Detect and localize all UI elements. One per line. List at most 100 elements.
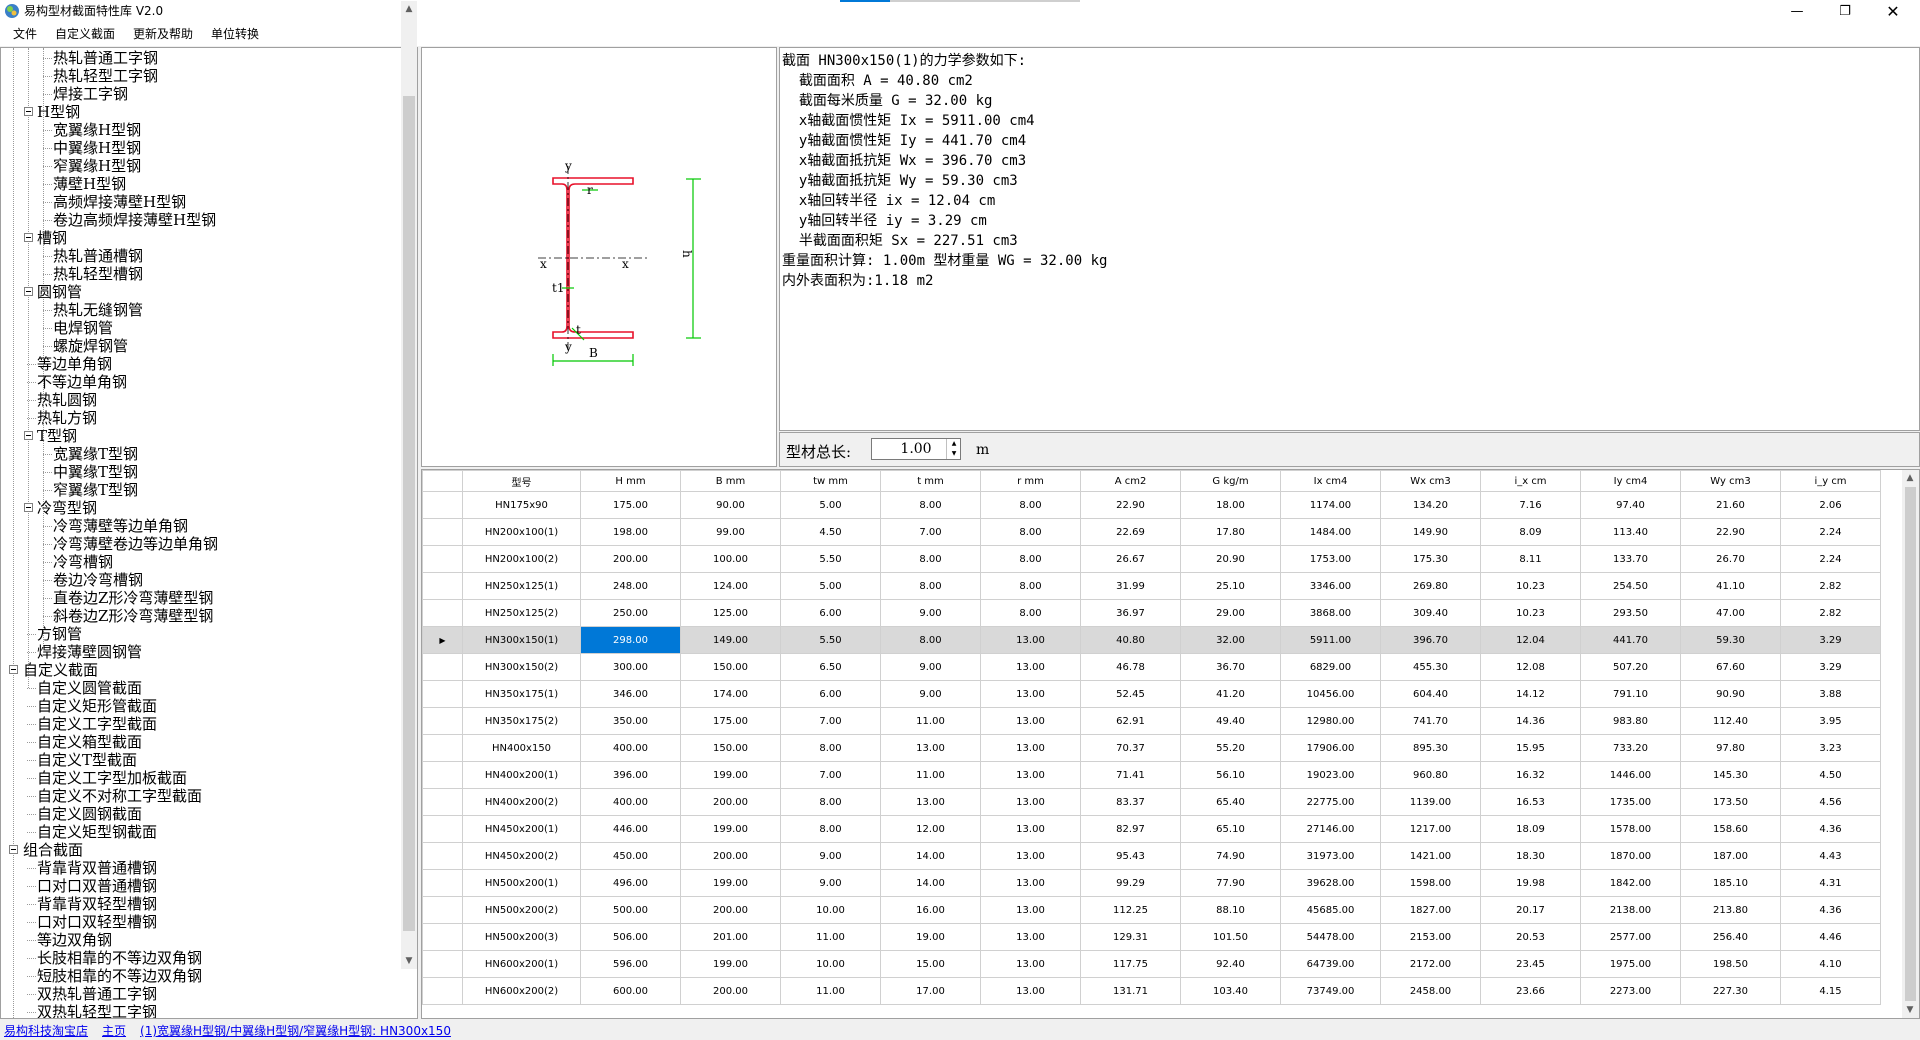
- table-cell[interactable]: 200.00: [680, 842, 781, 870]
- table-cell[interactable]: 31973.00: [1280, 842, 1381, 870]
- table-cell[interactable]: 54478.00: [1280, 923, 1381, 951]
- table-cell[interactable]: 187.00: [1680, 842, 1781, 870]
- table-cell[interactable]: HN450x200(1): [462, 815, 581, 843]
- table-row[interactable]: HN400x200(1) 396.00 199.00 7.00 11.00 13.00 71…: [422, 761, 1881, 789]
- table-cell[interactable]: 7.00: [880, 518, 981, 546]
- table-cell[interactable]: 199.00: [680, 950, 781, 978]
- tree-node[interactable]: 斜卷边Z形冷弯薄壁型钢: [1, 607, 401, 625]
- menu-file[interactable]: 文件: [4, 22, 46, 46]
- table-cell[interactable]: 895.30: [1380, 734, 1481, 762]
- table-cell[interactable]: 73749.00: [1280, 977, 1381, 1005]
- table-cell[interactable]: 99.29: [1080, 869, 1181, 897]
- table-cell[interactable]: 1174.00: [1280, 491, 1381, 519]
- menu-custom-section[interactable]: 自定义截面: [46, 22, 124, 46]
- table-row[interactable]: HN600x200(1) 596.00 199.00 10.00 15.00 13.00 1…: [422, 950, 1881, 978]
- table-cell[interactable]: 19.00: [880, 923, 981, 951]
- column-header[interactable]: G kg/m: [1180, 470, 1281, 492]
- row-header[interactable]: [422, 788, 463, 816]
- table-cell[interactable]: 450.00: [580, 842, 681, 870]
- table-cell[interactable]: 11.00: [880, 707, 981, 735]
- table-cell[interactable]: 27146.00: [1280, 815, 1381, 843]
- status-link-store[interactable]: 易构科技淘宝店: [4, 1022, 88, 1039]
- table-cell[interactable]: HN400x150: [462, 734, 581, 762]
- table-cell[interactable]: HN600x200(2): [462, 977, 581, 1005]
- table-cell[interactable]: 2577.00: [1580, 923, 1681, 951]
- table-cell[interactable]: 8.00: [880, 572, 981, 600]
- table-row[interactable]: HN500x200(3) 506.00 201.00 11.00 19.00 13.00 1…: [422, 923, 1881, 951]
- table-cell[interactable]: 20.53: [1480, 923, 1581, 951]
- spin-up-icon[interactable]: ▲: [947, 439, 961, 449]
- table-cell[interactable]: 36.70: [1180, 653, 1281, 681]
- table-cell[interactable]: 10.00: [780, 896, 881, 924]
- table-cell[interactable]: 175.00: [680, 707, 781, 735]
- row-header[interactable]: ▶: [422, 626, 463, 654]
- table-cell[interactable]: 9.00: [780, 842, 881, 870]
- table-cell[interactable]: 41.20: [1180, 680, 1281, 708]
- row-header[interactable]: [422, 977, 463, 1005]
- grid-scroll-down-icon[interactable]: ▼: [1902, 1002, 1918, 1018]
- tree-node[interactable]: 冷弯槽钢: [1, 553, 401, 571]
- row-header[interactable]: [422, 815, 463, 843]
- table-cell[interactable]: 13.00: [980, 896, 1081, 924]
- table-cell[interactable]: 112.25: [1080, 896, 1181, 924]
- table-cell[interactable]: 346.00: [580, 680, 681, 708]
- table-cell[interactable]: 8.00: [880, 545, 981, 573]
- tree-node[interactable]: 热轧普通工字钢: [1, 49, 401, 67]
- table-cell[interactable]: 10.00: [780, 950, 881, 978]
- table-cell[interactable]: 31.99: [1080, 572, 1181, 600]
- table-cell[interactable]: 41.10: [1680, 572, 1781, 600]
- table-cell[interactable]: 95.43: [1080, 842, 1181, 870]
- table-row[interactable]: HN200x100(1) 198.00 99.00 4.50 7.00 8.00 22.69…: [422, 518, 1881, 546]
- table-cell[interactable]: 6.50: [780, 653, 881, 681]
- table-cell[interactable]: 17.80: [1180, 518, 1281, 546]
- table-cell[interactable]: 496.00: [580, 869, 681, 897]
- table-cell[interactable]: 741.70: [1380, 707, 1481, 735]
- table-cell[interactable]: 13.00: [880, 734, 981, 762]
- table-cell[interactable]: 3.23: [1780, 734, 1881, 762]
- table-cell[interactable]: 17906.00: [1280, 734, 1381, 762]
- table-cell[interactable]: 13.00: [980, 815, 1081, 843]
- column-header[interactable]: r mm: [980, 470, 1081, 492]
- table-cell[interactable]: 90.00: [680, 491, 781, 519]
- tree-node[interactable]: 自定义不对称工字型截面: [1, 787, 401, 805]
- table-cell[interactable]: 1446.00: [1580, 761, 1681, 789]
- tree-node[interactable]: 中翼缘T型钢: [1, 463, 401, 481]
- tree-node[interactable]: 冷弯型钢: [1, 499, 401, 517]
- table-cell[interactable]: 133.70: [1580, 545, 1681, 573]
- spin-down-icon[interactable]: ▼: [947, 449, 961, 459]
- table-cell[interactable]: 20.90: [1180, 545, 1281, 573]
- tree-node[interactable]: 口对口双轻型槽钢: [1, 913, 401, 931]
- table-cell[interactable]: 20.17: [1480, 896, 1581, 924]
- table-cell[interactable]: 117.75: [1080, 950, 1181, 978]
- tree-node[interactable]: 焊接工字钢: [1, 85, 401, 103]
- table-cell[interactable]: 15.00: [880, 950, 981, 978]
- table-cell[interactable]: 13.00: [880, 788, 981, 816]
- tree-node[interactable]: 背靠背双普通槽钢: [1, 859, 401, 877]
- tree-node[interactable]: 热轧无缝钢管: [1, 301, 401, 319]
- table-cell[interactable]: 12.00: [880, 815, 981, 843]
- row-header[interactable]: [422, 896, 463, 924]
- tree-node[interactable]: 螺旋焊钢管: [1, 337, 401, 355]
- menu-unit-convert[interactable]: 单位转换: [202, 22, 268, 46]
- tree-node[interactable]: 自定义工字型加板截面: [1, 769, 401, 787]
- table-cell[interactable]: 2273.00: [1580, 977, 1681, 1005]
- row-header[interactable]: [422, 950, 463, 978]
- table-cell[interactable]: 16.00: [880, 896, 981, 924]
- table-cell[interactable]: 4.50: [780, 518, 881, 546]
- table-cell[interactable]: 300.00: [580, 653, 681, 681]
- table-cell[interactable]: 16.53: [1480, 788, 1581, 816]
- table-cell[interactable]: 14.00: [880, 869, 981, 897]
- table-cell[interactable]: 3.95: [1780, 707, 1881, 735]
- table-cell[interactable]: HN350x175(1): [462, 680, 581, 708]
- table-cell[interactable]: 23.45: [1480, 950, 1581, 978]
- table-cell[interactable]: 88.10: [1180, 896, 1281, 924]
- maximize-icon[interactable]: ❐: [1822, 0, 1868, 22]
- table-row[interactable]: ▶ HN300x150(1) 298.00 149.00 5.50 8.00 13.00 40…: [422, 626, 1881, 654]
- scroll-up-icon[interactable]: ▲: [401, 1, 417, 17]
- table-cell[interactable]: 11.00: [880, 761, 981, 789]
- tree-node[interactable]: 槽钢: [1, 229, 401, 247]
- row-header[interactable]: [422, 761, 463, 789]
- tree-node[interactable]: 等边单角钢: [1, 355, 401, 373]
- column-header[interactable]: Wy cm3: [1680, 470, 1781, 492]
- table-cell[interactable]: 134.20: [1380, 491, 1481, 519]
